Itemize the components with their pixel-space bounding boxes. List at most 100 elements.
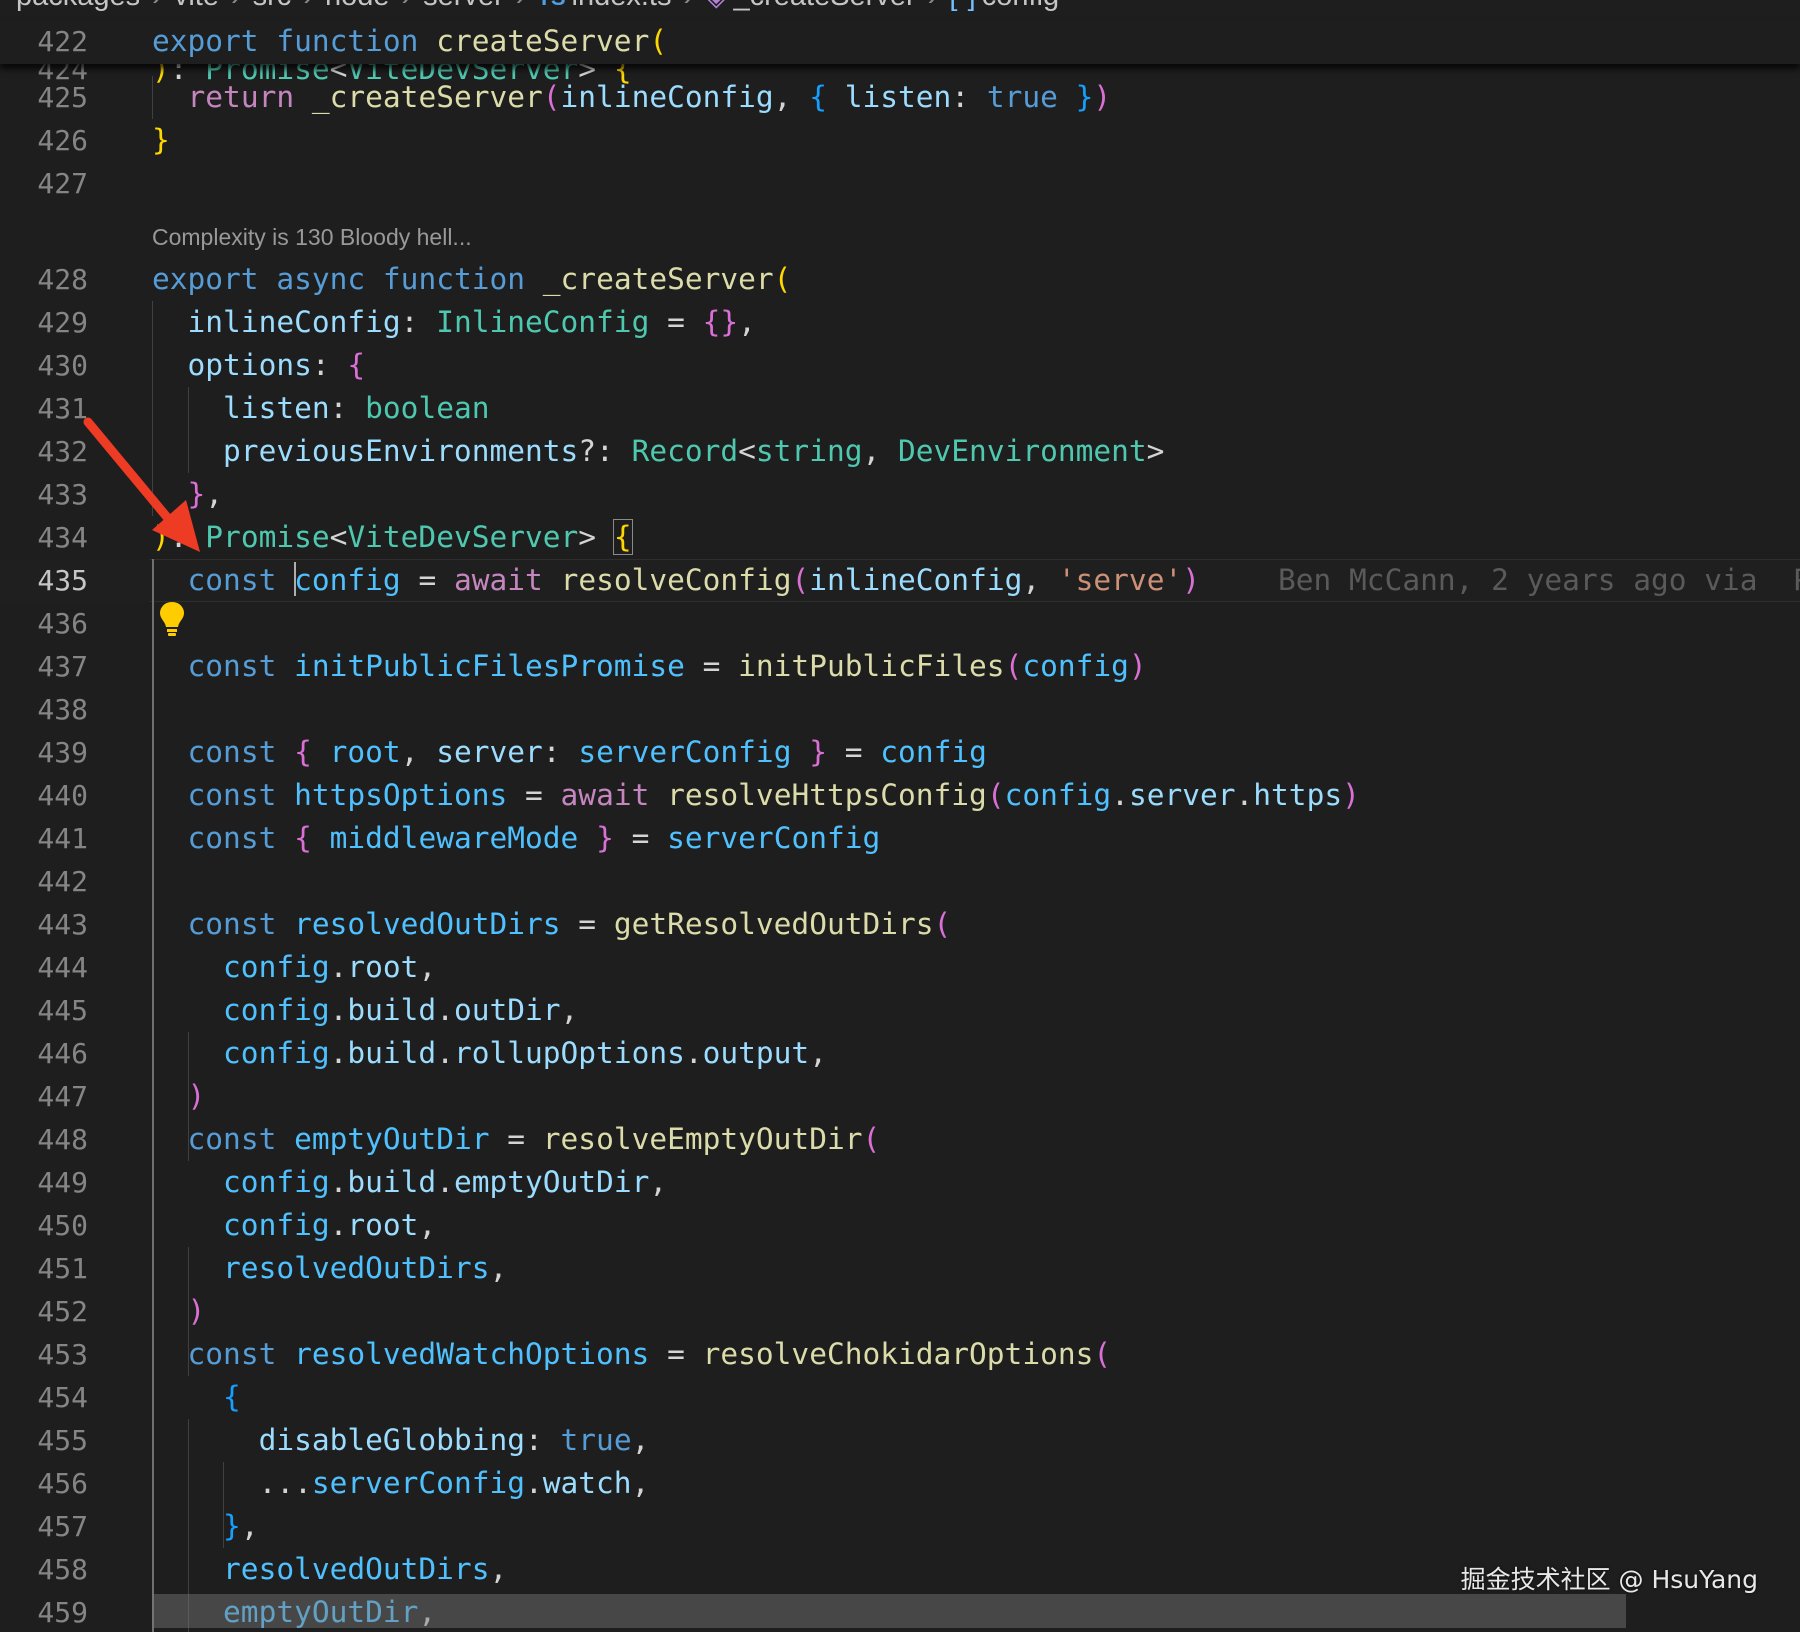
code-token: resolvedOutDirs [223,1552,490,1586]
code-line[interactable]: 456 ...serverConfig.watch, [0,1462,1800,1505]
code-token: { [294,735,312,769]
code-token: config [223,1165,330,1199]
code-token: } [809,735,827,769]
code-line[interactable]: 442 [0,860,1800,903]
code-token: = [649,1337,703,1371]
code-line[interactable]: 440 const httpsOptions = await resolveHt… [0,774,1800,817]
code-token: { [223,1380,241,1414]
code-line[interactable]: 457 }, [0,1505,1800,1548]
code-line[interactable]: 439 const { root, server: serverConfig }… [0,731,1800,774]
code-token: disableGlobbing [258,1423,525,1457]
code-line[interactable]: 441 const { middlewareMode } = serverCon… [0,817,1800,860]
code-text: }, [152,473,224,516]
code-line[interactable]: 446 config.build.rollupOptions.output, [0,1032,1800,1075]
code-line[interactable]: 453 const resolvedWatchOptions = resolve… [0,1333,1800,1376]
line-number: 444 [37,951,88,984]
code-token: = [827,735,881,769]
code-line-current[interactable]: 435 const config = await resolveConfig(i… [0,559,1800,602]
line-number: 452 [37,1295,88,1328]
code-token: : [311,348,348,382]
code-token: ( [862,1122,881,1156]
code-token: boolean [365,391,490,425]
code-token: function [382,262,526,296]
code-line[interactable]: 429 inlineConfig: InlineConfig = {}, [0,301,1800,344]
code-line[interactable]: 432 previousEnvironments?: Record<string… [0,430,1800,473]
code-line[interactable]: 433 }, [0,473,1800,516]
line-number: 454 [37,1381,88,1414]
code-token: _createServer [542,262,774,296]
code-line[interactable]: 454 { [0,1376,1800,1419]
code-line[interactable]: 452 ) [0,1290,1800,1333]
code-line[interactable]: 426} [0,119,1800,162]
code-token: , [205,477,224,511]
lightbulb-icon[interactable] [158,600,186,640]
code-line[interactable]: 428 export async function _createServer( [0,258,1800,301]
code-text: resolvedOutDirs, [152,1247,507,1290]
code-token: . [436,1036,454,1070]
code-token: resolvedOutDirs [223,1251,490,1285]
code-line[interactable]: 451 resolvedOutDirs, [0,1247,1800,1290]
code-token: resolveConfig [560,563,792,597]
code-token: resolvedWatchOptions [294,1337,650,1371]
text-cursor [294,562,297,596]
code-editor[interactable]: Complexity is 130 Bloody hell... 422 expo… [0,0,1800,1632]
line-number: 433 [37,478,88,511]
code-text: export async function _createServer( [152,258,791,301]
code-text: const config = await resolveConfig(inlin… [152,559,1200,602]
code-token: ) [187,1079,206,1113]
code-text: resolvedOutDirs, [152,1548,507,1591]
code-line[interactable]: 438 [0,688,1800,731]
code-text: ...serverConfig.watch, [152,1462,650,1505]
code-line[interactable]: 455 disableGlobbing: true, [0,1419,1800,1462]
code-token: middlewareMode [329,821,579,855]
code-line[interactable]: 436 [0,602,1800,645]
code-token: initPublicFiles [738,649,1005,683]
git-blame-annotation[interactable]: Ben McCann, 2 years ago via P [1278,559,1800,602]
code-token: root [347,950,419,984]
code-token: const [187,778,277,812]
code-token: const [187,563,277,597]
code-token: config [1004,778,1112,812]
line-number: 448 [37,1123,88,1156]
code-token: watch [542,1466,632,1500]
code-line[interactable]: 445 config.build.outDir, [0,989,1800,1032]
code-line[interactable]: 449 config.build.emptyOutDir, [0,1161,1800,1204]
code-text: const initPublicFilesPromise = initPubli… [152,645,1147,688]
line-number: 431 [37,392,88,425]
code-token: https [1253,778,1343,812]
horizontal-scrollbar[interactable] [152,1594,1626,1628]
code-line[interactable]: 437 const initPublicFilesPromise = initP… [0,645,1800,688]
line-number: 442 [37,865,88,898]
code-line[interactable]: 443 const resolvedOutDirs = getResolvedO… [0,903,1800,946]
code-line[interactable]: 430 options: { [0,344,1800,387]
code-token: . [525,1466,543,1500]
code-line[interactable]: 448 const emptyOutDir = resolveEmptyOutD… [0,1118,1800,1161]
codelens-complexity[interactable]: Complexity is 130 Bloody hell... [152,224,472,251]
code-token: ( [1093,1337,1112,1371]
code-line[interactable]: 434): Promise<ViteDevServer> { [0,516,1800,559]
code-line[interactable]: 422 export function createServer( [0,20,1800,63]
code-token: previousEnvironments [223,434,579,468]
code-line[interactable]: 447 ) [0,1075,1800,1118]
code-line[interactable]: 427 [0,162,1800,205]
code-token: = [507,778,561,812]
line-number: 429 [37,306,88,339]
code-token: resolvedOutDirs [294,907,561,941]
code-line[interactable]: 431 listen: boolean [0,387,1800,430]
code-token: , [809,1036,827,1070]
code-token: > [1146,434,1165,468]
code-token: build [347,993,437,1027]
code-token: {} [702,305,739,339]
code-line[interactable]: 444 config.root, [0,946,1800,989]
code-line[interactable]: 450 config.root, [0,1204,1800,1247]
